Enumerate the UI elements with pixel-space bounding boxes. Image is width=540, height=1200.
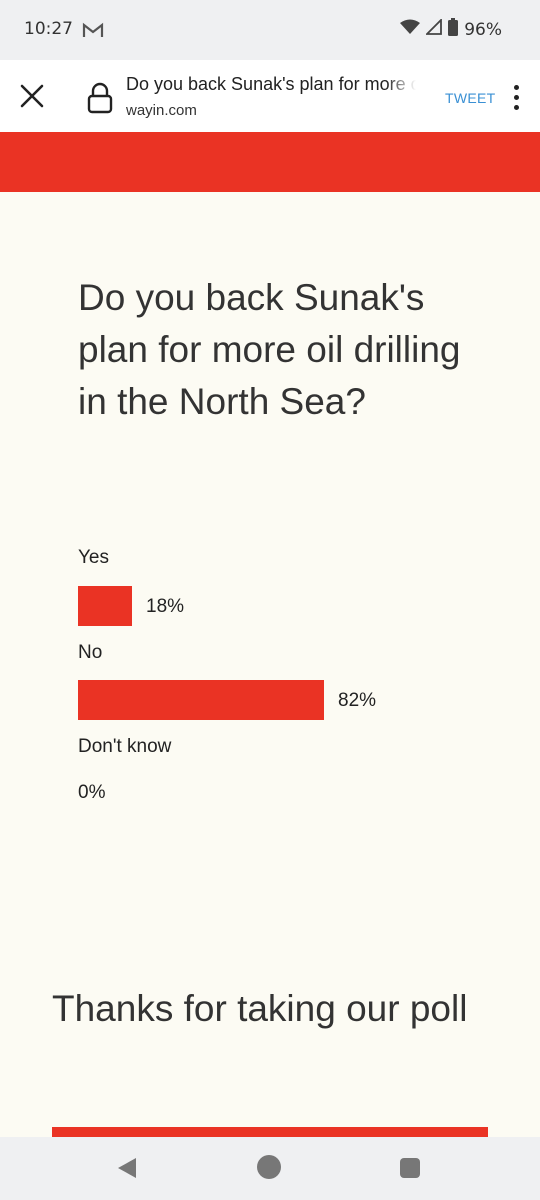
wifi-icon [400, 19, 421, 40]
option-percent-yes: 18% [146, 596, 185, 617]
option-percent-dont-know: 0% [78, 782, 106, 803]
option-label-yes: Yes [78, 547, 109, 568]
option-label-dont-know: Don't know [78, 736, 172, 757]
battery-icon [448, 18, 459, 41]
lock-icon[interactable] [86, 82, 114, 114]
status-icons: 96% [400, 17, 502, 41]
option-bar-no [78, 680, 324, 720]
signal-icon [425, 17, 443, 40]
custom-tab-toolbar: Do you back Sunak's plan for more oil dr… [0, 60, 540, 132]
tweet-button[interactable]: TWEET [445, 90, 496, 106]
page-title: Do you back Sunak's plan for more oil dr… [126, 74, 416, 95]
close-icon [20, 84, 44, 108]
option-percent-no: 82% [338, 690, 377, 711]
close-button[interactable] [16, 80, 48, 112]
thanks-heading: Thanks for taking our poll [52, 988, 468, 1029]
gmail-icon [82, 22, 104, 43]
home-icon[interactable] [257, 1155, 281, 1179]
recents-icon[interactable] [400, 1158, 420, 1178]
header-banner [0, 132, 540, 192]
option-label-no: No [78, 642, 103, 663]
more-vert-icon[interactable] [506, 82, 526, 112]
battery-level: 96% [464, 19, 502, 40]
back-icon[interactable] [116, 1156, 138, 1185]
option-bar-yes [78, 586, 132, 626]
status-time: 10:27 [24, 19, 73, 39]
poll-question: Do you back Sunak's plan for more oil dr… [78, 277, 461, 422]
status-bar: 10:27 96% [0, 0, 540, 60]
footer-red-strip [52, 1127, 488, 1137]
page-domain: wayin.com [126, 102, 197, 119]
